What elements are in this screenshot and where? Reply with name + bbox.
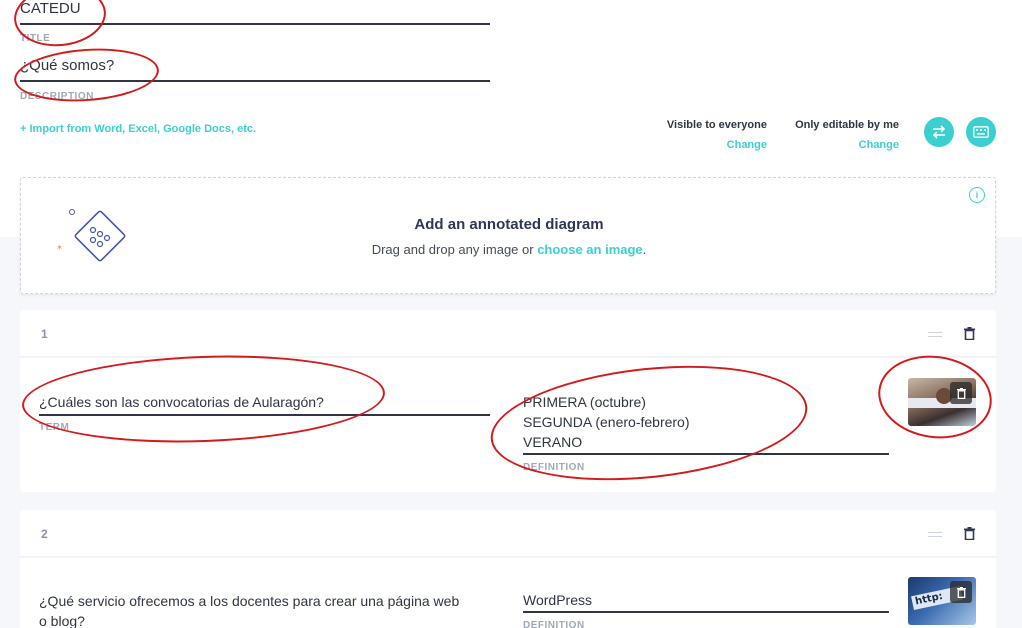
- trash-icon[interactable]: [964, 327, 975, 340]
- title-input[interactable]: CATEDU: [20, 0, 490, 25]
- definition-line: VERANO: [523, 434, 583, 450]
- remove-image-button[interactable]: [950, 382, 972, 404]
- visibility-setting: Visible to everyone Change: [640, 119, 767, 151]
- card-header: 2: [20, 510, 996, 558]
- diagram-subtitle-suffix: .: [642, 242, 647, 257]
- definition-underline: [523, 453, 889, 455]
- editability-setting: Only editable by me Change: [780, 119, 899, 151]
- trash-icon: [956, 387, 966, 399]
- description-input[interactable]: ¿Qué somos?: [20, 57, 490, 82]
- definition-label: DEFINITION: [523, 620, 585, 628]
- term-label: TERM: [39, 422, 70, 433]
- visibility-change-link[interactable]: Change: [640, 139, 767, 151]
- annotated-diagram-dropzone[interactable]: * Add an annotated diagram Drag and drop…: [20, 177, 996, 294]
- diagram-subtitle-prefix: Drag and drop any image or: [371, 242, 538, 257]
- keyboard-icon: [973, 126, 989, 138]
- import-link[interactable]: + Import from Word, Excel, Google Docs, …: [20, 123, 256, 135]
- editability-change-link[interactable]: Change: [780, 139, 899, 151]
- swap-terms-button[interactable]: [924, 117, 954, 147]
- trash-icon: [956, 586, 966, 598]
- choose-image-link[interactable]: choose an image: [537, 242, 642, 257]
- definition-underline: [523, 611, 889, 613]
- term-card: 1 ¿Cuáles son las convocatorias de Aular…: [20, 310, 996, 492]
- diagram-title: Add an annotated diagram: [414, 216, 604, 233]
- drag-handle-icon[interactable]: [928, 532, 942, 537]
- term-input[interactable]: ¿Qué servicio ofrecemos a los docentes p…: [39, 591, 499, 628]
- card-image-thumbnail[interactable]: http:: [908, 577, 976, 625]
- definition-label: DEFINITION: [523, 462, 585, 473]
- card-number: 1: [41, 327, 48, 341]
- term-input[interactable]: ¿Cuáles son las convocatorias de Aularag…: [39, 392, 489, 412]
- definition-input[interactable]: PRIMERA (octubre) SEGUNDA (enero-febrero…: [523, 392, 888, 452]
- card-number: 2: [41, 527, 48, 541]
- visibility-text: Visible to everyone: [666, 119, 767, 131]
- term-line: o blog?: [39, 613, 85, 628]
- drag-handle-icon[interactable]: [928, 332, 942, 337]
- diagram-subtitle: Drag and drop any image or choose an ima…: [21, 242, 997, 257]
- term-card: 2 ¿Qué servicio ofrecemos a los docentes…: [20, 510, 996, 628]
- term-line: ¿Qué servicio ofrecemos a los docentes p…: [39, 593, 460, 609]
- swap-icon: [932, 125, 946, 139]
- title-label: TITLE: [20, 33, 51, 44]
- card-header: 1: [20, 310, 996, 358]
- keyboard-shortcuts-button[interactable]: [966, 117, 996, 147]
- term-underline: [39, 414, 490, 416]
- info-icon[interactable]: i: [969, 187, 985, 203]
- description-value: ¿Qué somos?: [20, 57, 115, 74]
- definition-input[interactable]: WordPress: [523, 590, 888, 610]
- trash-icon[interactable]: [964, 527, 975, 540]
- remove-image-button[interactable]: [950, 581, 972, 603]
- card-image-thumbnail[interactable]: [908, 378, 976, 426]
- definition-line: PRIMERA (octubre): [523, 394, 646, 410]
- editability-text: Only editable by me: [795, 119, 899, 131]
- definition-line: SEGUNDA (enero-febrero): [523, 414, 690, 430]
- description-label: DESCRIPTION: [20, 91, 94, 102]
- title-value: CATEDU: [20, 0, 81, 17]
